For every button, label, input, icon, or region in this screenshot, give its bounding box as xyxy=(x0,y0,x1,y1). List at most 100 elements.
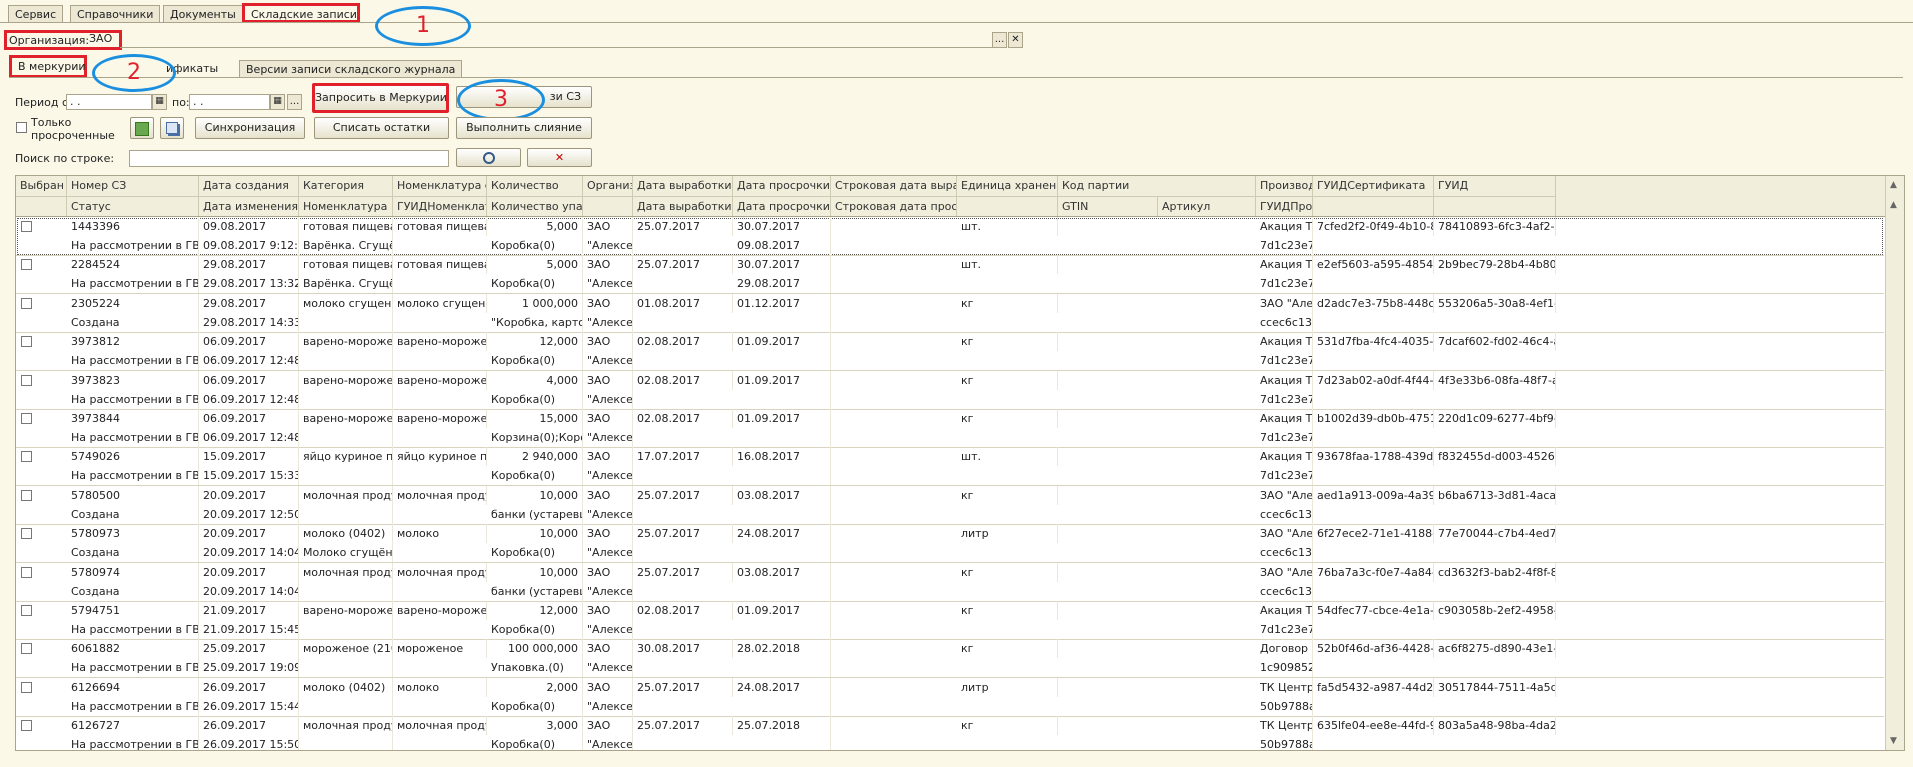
table-row[interactable]: 5780973Создана20.09.201720.09.2017 14:04… xyxy=(16,524,1884,564)
column-header[interactable]: Дата просрочки xyxy=(733,176,831,196)
cell-unit: шт. xyxy=(957,217,1058,236)
column-header[interactable]: Количество xyxy=(487,176,583,196)
column-header[interactable]: Номенклатура стр... xyxy=(393,176,487,196)
period-from-input[interactable]: . . xyxy=(66,94,152,110)
column-header-sub[interactable]: ГУИДПро... xyxy=(1256,196,1313,216)
column-header-sub[interactable] xyxy=(16,196,67,216)
period-select-button[interactable]: ... xyxy=(287,94,302,110)
cell-prod2: 50b9788a... xyxy=(1256,696,1313,716)
cell-qty: 12,000 xyxy=(487,601,583,620)
clear-search-icon[interactable]: ✕ xyxy=(527,148,592,167)
cell-changed: 20.09.2017 12:50:47 xyxy=(199,504,299,524)
column-header[interactable]: Номер СЗ xyxy=(67,176,199,196)
cell-created: 06.09.2017 xyxy=(199,370,299,390)
column-header-sub[interactable]: Дата изменения xyxy=(199,196,299,216)
merge-button[interactable]: Выполнить слияние xyxy=(456,117,592,139)
column-header[interactable]: ГУИД xyxy=(1434,176,1556,196)
sync-button[interactable]: Синхронизация xyxy=(195,117,305,139)
table-row[interactable]: 1443396 На рассмотрении в ГВЭ 09.08.2017 09… xyxy=(16,217,1884,256)
row-select-checkbox[interactable] xyxy=(21,681,32,693)
row-select-checkbox[interactable] xyxy=(21,566,32,578)
tab-documents[interactable]: Документы xyxy=(163,5,243,22)
row-select-checkbox[interactable] xyxy=(21,451,32,463)
column-header[interactable]: ГУИДСертификата xyxy=(1313,176,1434,196)
tab-references[interactable]: Справочники xyxy=(70,5,161,22)
column-header[interactable]: Производ... xyxy=(1256,176,1313,196)
table-row[interactable]: 2284524 На рассмотрении в ГВЭ 29.08.2017 29… xyxy=(16,255,1884,295)
column-header-sub[interactable]: Статус xyxy=(67,196,199,216)
cell-guid: 2b9bec79-28b4-4b80-8663... xyxy=(1434,255,1556,275)
table-row[interactable]: 5794751 На рассмотрении в ГВЭ 21.09.2017 21… xyxy=(16,601,1884,640)
row-select-checkbox[interactable] xyxy=(21,374,32,386)
table-row[interactable]: 6061882 На рассмотрении в ГВЭ 25.09.2017 25… xyxy=(16,639,1884,679)
row-select-checkbox[interactable] xyxy=(21,643,32,655)
search-input[interactable] xyxy=(129,150,449,167)
column-header[interactable]: Организ... xyxy=(583,176,633,196)
organization-field[interactable]: ЗАО xyxy=(85,32,991,48)
row-select-checkbox[interactable] xyxy=(21,605,32,616)
cell-created: 06.09.2017 xyxy=(199,409,299,428)
request-mercury-button[interactable]: Запросить в Меркурии xyxy=(312,83,449,113)
scroll-up-icon[interactable]: ▲ xyxy=(1890,200,1897,210)
row-select-checkbox[interactable] xyxy=(21,259,32,271)
column-header-sub[interactable] xyxy=(583,196,633,216)
period-to-input[interactable]: . . xyxy=(189,94,270,110)
copy-icon[interactable] xyxy=(160,117,184,139)
tab-journal-versions[interactable]: Версии записи складского журнала xyxy=(239,60,463,77)
column-header-sub[interactable]: ГУИДНоменклатуры xyxy=(393,196,487,216)
cell-num: 6126694 xyxy=(67,677,199,697)
column-header[interactable]: Дата выработки xyxy=(633,176,733,196)
column-header-sub[interactable]: Строковая дата просрочки xyxy=(831,196,957,216)
column-header-sub[interactable] xyxy=(957,196,1058,216)
organization-select-button[interactable]: ... xyxy=(992,32,1007,48)
row-select-checkbox[interactable] xyxy=(21,720,32,732)
only-overdue-checkbox[interactable] xyxy=(16,122,27,133)
column-header[interactable]: Категория xyxy=(299,176,393,196)
column-header[interactable]: Единица хранения xyxy=(957,176,1058,196)
table-row[interactable]: 6126694 На рассмотрении в ГВЭ 26.09.2017 26… xyxy=(16,677,1884,717)
table-row[interactable]: 3973812 На рассмотрении в ГВЭ 06.09.2017 06… xyxy=(16,332,1884,372)
table-row[interactable]: 2305224Создана29.08.201729.08.2017 14:33… xyxy=(16,293,1884,333)
scroll-down-icon[interactable]: ▼ xyxy=(1890,736,1897,746)
row-select-checkbox[interactable] xyxy=(21,336,32,348)
column-header[interactable]: Строковая дата выработки xyxy=(831,176,957,196)
table-row[interactable]: 5780500Создана20.09.201720.09.2017 12:50… xyxy=(16,485,1884,525)
row-select-checkbox[interactable] xyxy=(21,221,32,232)
table-row[interactable]: 3973823 На рассмотрении в ГВЭ 06.09.2017 06… xyxy=(16,370,1884,410)
cell-made: 25.07.2017 xyxy=(633,485,733,505)
tab-warehouse-records[interactable]: Складские записи xyxy=(242,3,360,23)
row-select-checkbox[interactable] xyxy=(21,528,32,540)
cell-unit: литр xyxy=(957,524,1058,544)
cell-nomen xyxy=(299,312,393,332)
calendar-icon[interactable]: ▦ xyxy=(152,94,167,110)
row-select-checkbox[interactable] xyxy=(21,489,32,501)
scroll-up-icon[interactable]: ▲ xyxy=(1890,180,1897,190)
row-select-checkbox[interactable] xyxy=(21,297,32,309)
column-header-sub[interactable]: GTIN xyxy=(1058,196,1158,216)
column-header-sub[interactable]: Количество упаков... xyxy=(487,196,583,216)
column-header[interactable]: Дата создания xyxy=(199,176,299,196)
row-select-checkbox[interactable] xyxy=(21,413,32,424)
table-row[interactable]: 6126727 На рассмотрении в ГВЭ 26.09.2017 26… xyxy=(16,716,1884,750)
tab-service[interactable]: Сервис xyxy=(8,5,64,22)
column-header-sub[interactable]: Артикул xyxy=(1158,196,1256,216)
cell-prod2: ccec6c13... xyxy=(1256,543,1313,563)
table-row[interactable]: 5780974Создана20.09.201720.09.2017 14:04… xyxy=(16,562,1884,602)
column-header[interactable]: Выбран xyxy=(16,176,67,196)
table-row[interactable]: 5749026 На рассмотрении в ГВЭ 15.09.2017 15… xyxy=(16,447,1884,487)
column-header-sub[interactable] xyxy=(1313,196,1434,216)
write-off-button[interactable]: Списать остатки xyxy=(314,117,449,139)
column-header-sub[interactable]: Номенклатура xyxy=(299,196,393,216)
organization-clear-button[interactable]: ✕ xyxy=(1008,32,1023,48)
column-header-sub[interactable] xyxy=(1434,196,1556,216)
column-header[interactable]: Код партии xyxy=(1058,176,1256,196)
table-row[interactable]: 3973844 На рассмотрении в ГВЭ 06.09.2017 06… xyxy=(16,409,1884,448)
vertical-scrollbar[interactable]: ▲ ▲ ▼ xyxy=(1885,176,1904,750)
column-header-sub[interactable]: Дата выработки кон xyxy=(633,196,733,216)
calendar-icon[interactable]: ▦ xyxy=(270,94,285,110)
tab-in-mercury[interactable]: В меркурии xyxy=(9,55,87,78)
excel-icon[interactable] xyxy=(130,117,154,139)
search-icon[interactable] xyxy=(456,148,521,167)
column-header-sub[interactable]: Дата просрочки кон xyxy=(733,196,831,216)
search-label: Поиск по строке: xyxy=(15,152,115,165)
